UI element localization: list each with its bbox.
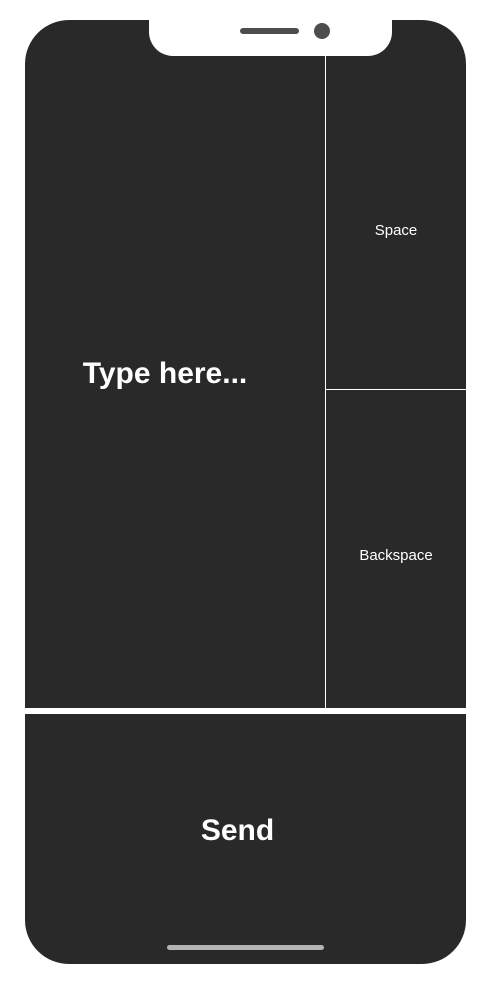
backspace-button-label: Backspace: [359, 546, 433, 564]
space-button[interactable]: Space: [326, 56, 466, 389]
speaker-icon: [240, 28, 299, 34]
type-area-label: Type here...: [82, 357, 248, 390]
vertical-divider: [325, 56, 326, 709]
camera-icon: [314, 23, 330, 39]
backspace-button[interactable]: Backspace: [326, 390, 466, 708]
home-indicator[interactable]: [167, 945, 324, 950]
key-divider: [326, 389, 466, 390]
space-button-label: Space: [374, 222, 418, 239]
send-button[interactable]: Send: [25, 714, 466, 964]
type-input-area[interactable]: Type here...: [25, 56, 325, 708]
send-divider: [25, 708, 466, 714]
phone-frame: Type here... Space Backspace Send: [0, 0, 492, 986]
app-screen: Type here... Space Backspace Send: [25, 20, 466, 964]
device-notch: [149, 20, 392, 56]
send-button-label: Send: [200, 814, 275, 847]
